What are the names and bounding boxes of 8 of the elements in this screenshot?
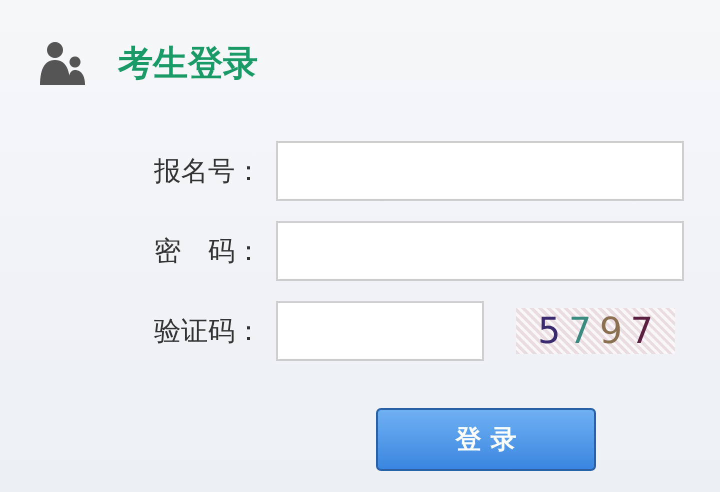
password-field[interactable] xyxy=(276,221,684,281)
field-label: 报名号： xyxy=(153,155,262,189)
users-icon xyxy=(38,41,86,85)
field-label: 验证码： xyxy=(153,315,262,349)
captcha-field[interactable] xyxy=(276,301,484,361)
page-title: 考生登录 xyxy=(118,42,258,86)
input-field[interactable] xyxy=(276,141,684,201)
field-label: 密 码： xyxy=(153,235,262,269)
